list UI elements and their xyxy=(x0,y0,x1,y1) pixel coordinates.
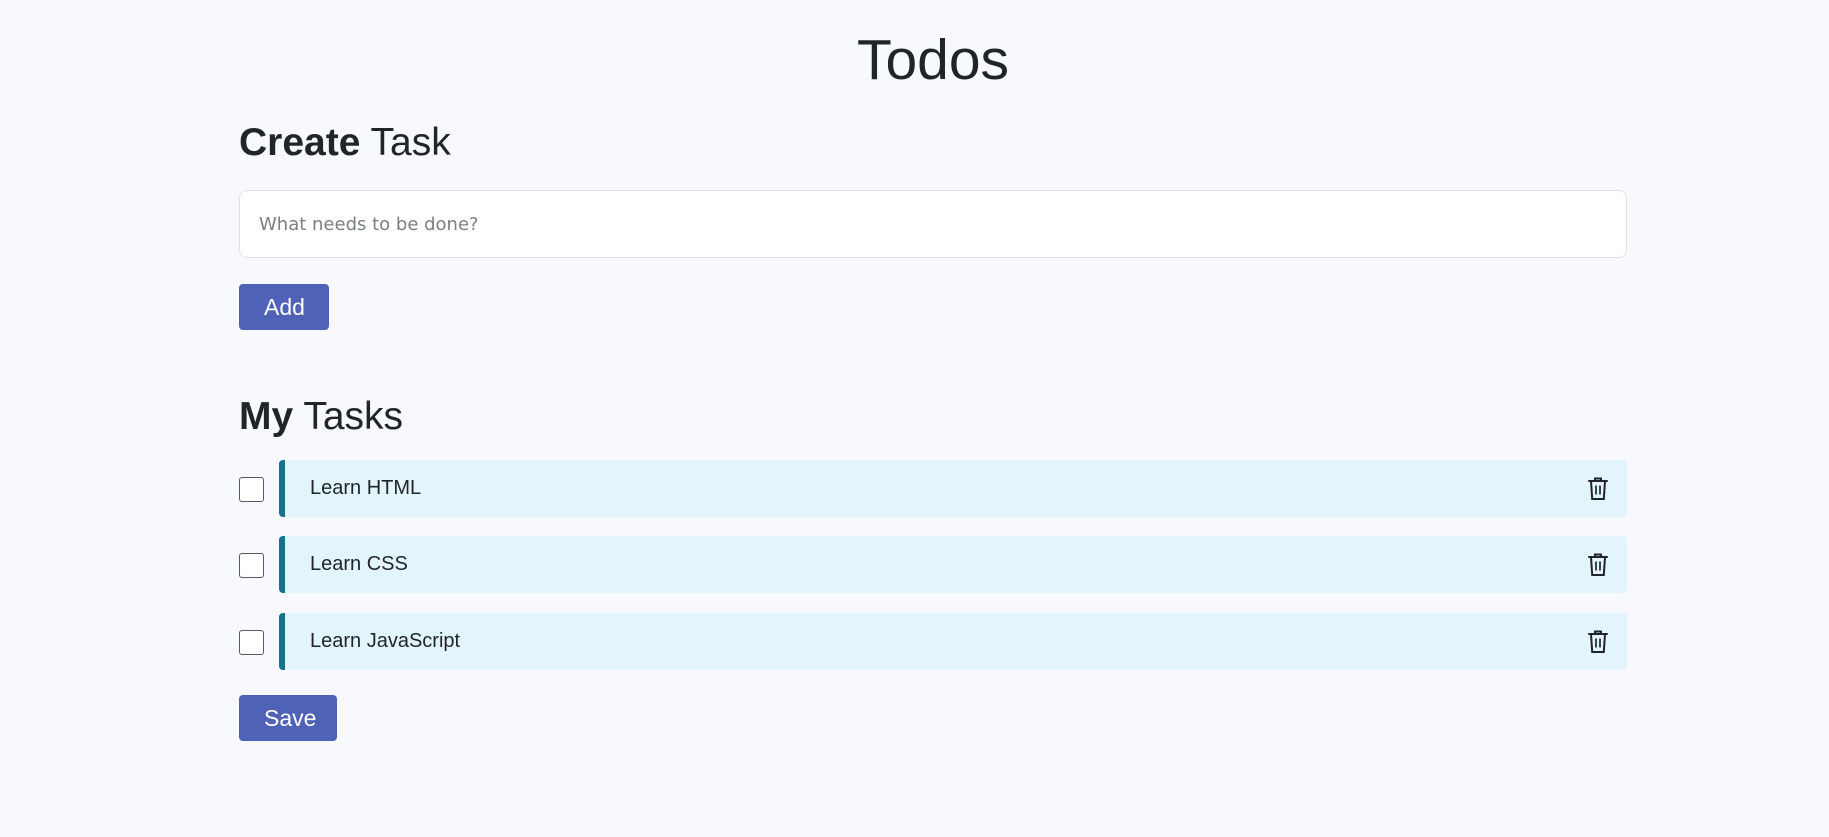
trash-icon xyxy=(1588,477,1608,500)
tasks-heading-bold: My xyxy=(239,395,294,438)
trash-icon xyxy=(1588,630,1608,653)
task-card: Learn JavaScript xyxy=(279,613,1627,670)
task-checkbox[interactable] xyxy=(239,477,264,502)
trash-icon xyxy=(1588,553,1608,576)
task-card: Learn HTML xyxy=(279,460,1627,517)
my-tasks-heading: My Tasks xyxy=(239,394,403,440)
new-task-input[interactable] xyxy=(239,190,1627,258)
create-heading-rest: Task xyxy=(360,121,451,164)
tasks-heading-rest: Tasks xyxy=(293,395,404,438)
page-title: Todos xyxy=(856,28,1010,92)
task-row: Learn JavaScript xyxy=(239,613,1627,670)
task-card: Learn CSS xyxy=(279,536,1627,593)
task-checkbox[interactable] xyxy=(239,553,264,578)
task-label: Learn CSS xyxy=(310,553,408,575)
task-label: Learn JavaScript xyxy=(310,630,461,652)
create-heading-bold: Create xyxy=(239,121,361,164)
task-row: Learn CSS xyxy=(239,536,1627,593)
task-checkbox[interactable] xyxy=(239,630,264,655)
task-label: Learn HTML xyxy=(310,477,422,499)
delete-task-button[interactable] xyxy=(1587,476,1609,501)
add-button[interactable]: Add xyxy=(239,284,329,330)
create-task-heading: Create Task xyxy=(239,120,451,166)
delete-task-button[interactable] xyxy=(1587,629,1609,654)
save-button[interactable]: Save xyxy=(239,695,337,741)
task-row: Learn HTML xyxy=(239,460,1627,517)
delete-task-button[interactable] xyxy=(1587,552,1609,577)
